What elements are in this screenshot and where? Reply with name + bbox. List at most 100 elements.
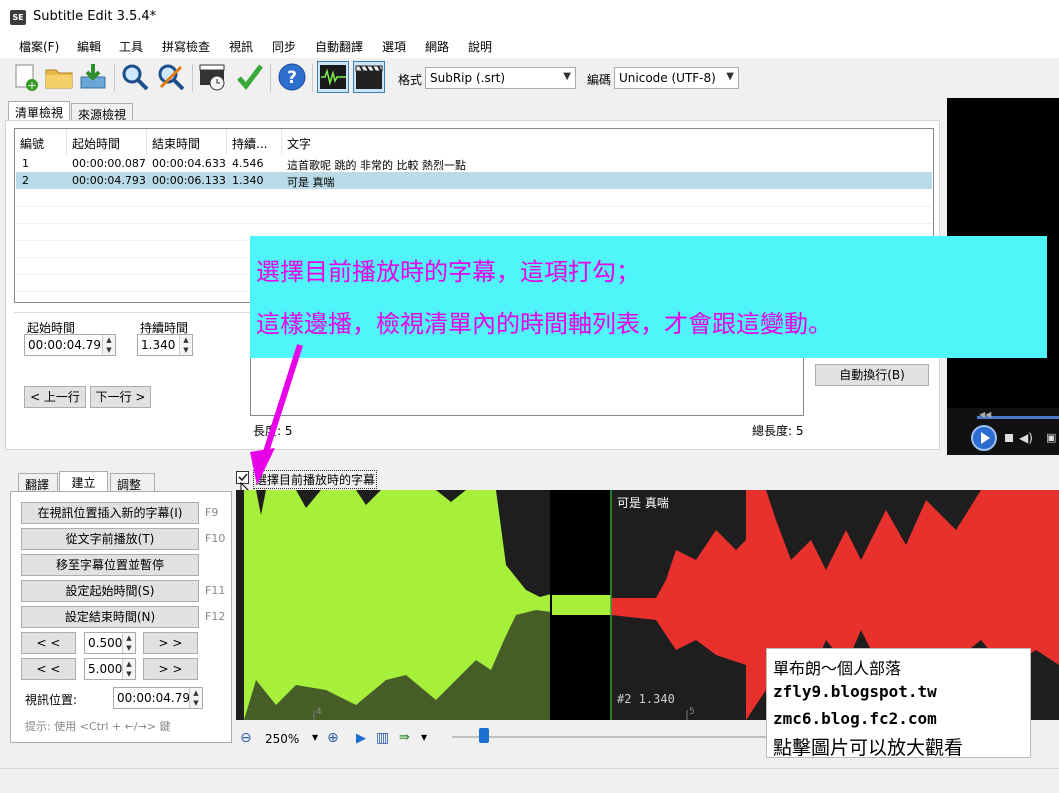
large-step-input[interactable]: 5.000 ▲ ▼ <box>84 658 136 680</box>
toolbar: + ? 格式 SubRip (.srt) ▼ 編碼 Unicode (UTF-8… <box>0 58 1059 98</box>
toolbar-separator <box>270 64 271 92</box>
position-slider[interactable] <box>479 728 489 743</box>
small-step-input[interactable]: 0.500 ▲ ▼ <box>84 632 136 654</box>
back-large-button[interactable]: < < <box>21 658 76 680</box>
row-number: 1 <box>22 157 29 170</box>
play-from-text-button[interactable]: 從文字前播放(T) <box>21 528 199 550</box>
fullscreen-icon[interactable]: ▣ <box>1046 431 1056 444</box>
menu-options[interactable]: 選項 <box>382 38 406 55</box>
row-end: 00:00:06.133 <box>152 174 226 187</box>
format-label: 格式 <box>398 73 423 87</box>
chevron-down-icon[interactable]: ▼ <box>312 733 318 742</box>
start-time-input[interactable]: 00:00:04.793 ▲ ▼ <box>24 334 116 356</box>
menu-network[interactable]: 網路 <box>425 38 449 55</box>
menu-sync[interactable]: 同步 <box>272 38 296 55</box>
menu-tools[interactable]: 工具 <box>119 38 143 55</box>
total-length: 總長度: 5 <box>752 424 804 438</box>
position-track[interactable] <box>452 736 782 738</box>
menu-auto-translate[interactable]: 自動翻譯 <box>315 38 363 55</box>
help-icon[interactable]: ? <box>276 61 308 93</box>
small-step-value: 0.500 <box>88 636 123 650</box>
chevron-down-icon: ▼ <box>726 71 734 82</box>
open-folder-icon[interactable] <box>43 61 75 93</box>
spin-updown-icon[interactable]: ▲ ▼ <box>102 335 115 355</box>
back-small-button[interactable]: < < <box>21 632 76 654</box>
annotation-line-2: 這樣邊播，檢視清單內的時間軸列表，才會跟這變動。 <box>256 310 832 338</box>
waveform-toggle-icon[interactable] <box>317 61 349 93</box>
menu-help[interactable]: 說明 <box>468 38 492 55</box>
save-download-icon[interactable] <box>77 61 109 93</box>
grid-icon[interactable]: ▥ <box>376 730 389 746</box>
row-start: 00:00:00.087 <box>72 157 146 170</box>
blog-line-2: zfly9.blogspot.tw <box>773 682 937 701</box>
tab-translate[interactable]: 翻譯 <box>18 473 58 493</box>
go-to-subtitle-pause-button[interactable]: 移至字幕位置並暫停 <box>21 554 199 576</box>
table-row[interactable]: 1 00:00:00.087 00:00:04.633 4.546 這首歌呢 跳… <box>16 155 932 172</box>
table-row-selected[interactable]: 2 00:00:04.793 00:00:06.133 1.340 可是 真喘 <box>16 172 932 189</box>
forward-arrows-icon[interactable]: ⇛ <box>399 730 410 745</box>
encoding-select[interactable]: Unicode (UTF-8) ▼ <box>614 67 739 89</box>
prev-line-button[interactable]: < 上一行 <box>24 386 86 408</box>
blog-line-4: 點擊圖片可以放大觀看 <box>773 737 964 759</box>
volume-icon[interactable]: ◀) <box>1019 431 1033 445</box>
insert-subtitle-at-video-button[interactable]: 在視訊位置插入新的字幕(I) <box>21 502 199 524</box>
blog-line-3: zmc6.blog.fc2.com <box>773 709 937 728</box>
hint-text: 提示: 使用 <Ctrl + ←/→> 鍵 <box>25 720 171 733</box>
zoom-out-icon[interactable]: ⊖ <box>240 730 252 746</box>
tab-adjust[interactable]: 調整 <box>110 473 155 493</box>
format-select[interactable]: SubRip (.srt) ▼ <box>425 67 576 89</box>
video-position-input[interactable]: 00:00:04.793 ▲ ▼ <box>113 687 203 709</box>
menu-bar: 檔案(F) 編輯 工具 拼寫檢查 視訊 同步 自動翻譯 選項 網路 說明 <box>0 34 1059 58</box>
play-icon[interactable]: ▶ <box>356 731 366 746</box>
video-position-label: 視訊位置: <box>25 693 78 707</box>
shortcut-f9: F9 <box>205 506 219 519</box>
column-header-duration[interactable]: 持續... <box>227 129 282 155</box>
create-panel: 在視訊位置插入新的字幕(I) F9 從文字前播放(T) F10 移至字幕位置並暫… <box>10 491 232 743</box>
forward-small-button[interactable]: > > <box>143 632 198 654</box>
title-bar: SE Subtitle Edit 3.5.4* <box>0 0 1059 34</box>
toolbar-separator <box>192 64 193 92</box>
svg-text:+: + <box>27 79 36 92</box>
start-time-value: 00:00:04.793 <box>28 338 109 352</box>
chevron-down-icon: ▼ <box>563 71 571 82</box>
spin-updown-icon[interactable]: ▲ ▼ <box>122 633 135 653</box>
new-file-icon[interactable]: + <box>9 61 41 93</box>
row-text: 這首歌呢 跳的 非常的 比較 熱烈一點 <box>287 159 466 172</box>
auto-break-button[interactable]: 自動換行(B) <box>815 364 929 386</box>
stop-icon[interactable] <box>1005 434 1013 442</box>
set-end-time-button[interactable]: 設定結束時間(N) <box>21 606 199 628</box>
volume-icon[interactable]: ◀◀ <box>979 410 991 419</box>
forward-large-button[interactable]: > > <box>143 658 198 680</box>
replace-icon[interactable] <box>155 61 187 93</box>
spin-updown-icon[interactable]: ▲ ▼ <box>179 335 192 355</box>
duration-input[interactable]: 1.340 ▲ ▼ <box>137 334 193 356</box>
zoom-level[interactable]: 250% <box>265 732 299 746</box>
set-start-time-button[interactable]: 設定起始時間(S) <box>21 580 199 602</box>
column-header-end[interactable]: 結束時間 <box>147 129 227 155</box>
spin-updown-icon[interactable]: ▲ ▼ <box>189 688 202 708</box>
row-duration: 1.340 <box>232 174 264 187</box>
play-button[interactable] <box>971 425 997 451</box>
menu-file[interactable]: 檔案(F) <box>19 38 59 55</box>
menu-spellcheck[interactable]: 拼寫檢查 <box>162 38 210 55</box>
video-sync-icon[interactable] <box>197 61 229 93</box>
column-header-start[interactable]: 起始時間 <box>67 129 147 155</box>
menu-video[interactable]: 視訊 <box>229 38 253 55</box>
spin-updown-icon[interactable]: ▲ ▼ <box>122 659 135 679</box>
column-header-text[interactable]: 文字 <box>282 129 932 155</box>
spell-check-icon[interactable] <box>234 61 266 93</box>
shortcut-f12: F12 <box>205 610 226 623</box>
menu-edit[interactable]: 編輯 <box>77 38 101 55</box>
column-header-number[interactable]: 編號 <box>15 129 67 155</box>
encoding-label: 編碼 <box>587 73 612 87</box>
chevron-down-icon[interactable]: ▼ <box>421 733 427 742</box>
zoom-in-icon[interactable]: ⊕ <box>327 730 339 746</box>
video-toggle-icon[interactable] <box>353 61 385 93</box>
next-line-button[interactable]: 下一行 > <box>90 386 151 408</box>
annotation-callout: 選擇目前播放時的字幕，這項打勾； 這樣邊播，檢視清單內的時間軸列表，才會跟這變動… <box>250 236 1047 358</box>
tab-create[interactable]: 建立 <box>59 471 108 493</box>
row-end: 00:00:04.633 <box>152 157 226 170</box>
annotation-arrow-icon <box>250 344 303 485</box>
blog-watermark: 單布朗～個人部落 zfly9.blogspot.tw zmc6.blog.fc2… <box>766 648 1031 759</box>
find-icon[interactable] <box>119 61 151 93</box>
